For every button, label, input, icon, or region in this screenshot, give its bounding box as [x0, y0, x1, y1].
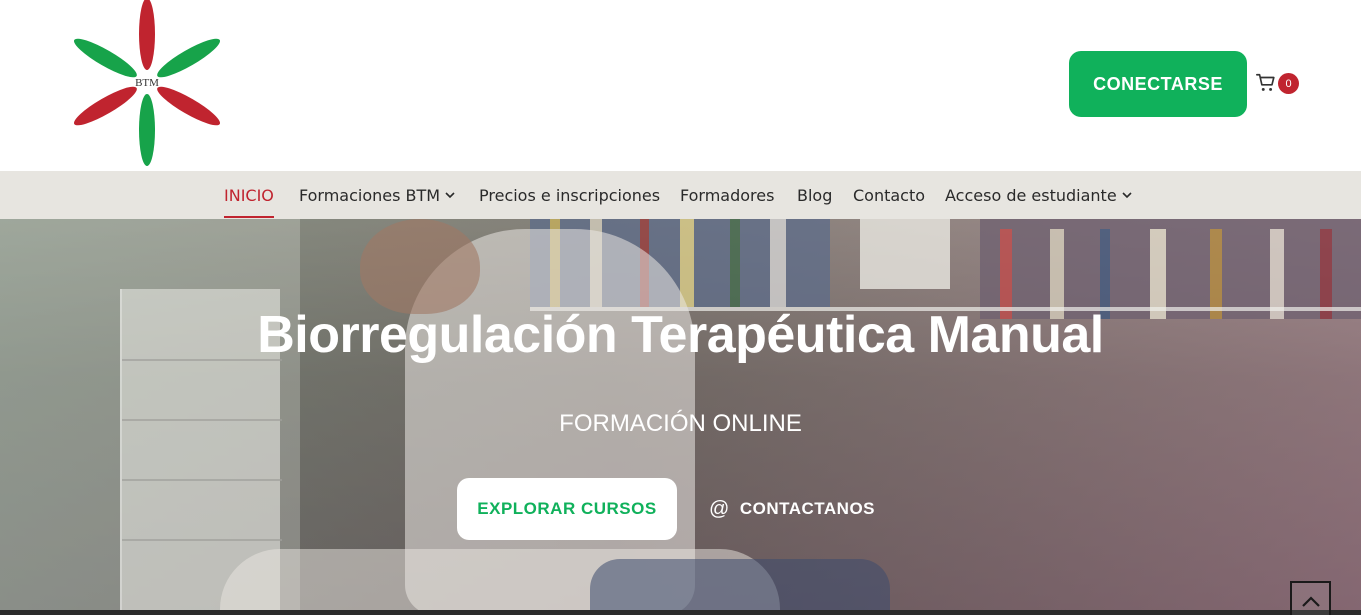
nav-item-acceso[interactable]: Acceso de estudiante	[945, 171, 1132, 219]
btm-logo[interactable]: BTM	[73, 0, 221, 168]
nav-item-label: INICIO	[224, 185, 274, 205]
nav-item-label: Precios e inscripciones	[479, 185, 661, 205]
contact-button-label: CONTACTANOS	[739, 499, 876, 518]
hero-title: Biorregulación Terapéutica Manual	[257, 306, 1104, 364]
nav-item-label: Contacto	[853, 185, 926, 205]
site-header: BTM CONECTARSE 0	[0, 0, 1361, 171]
explore-courses-button[interactable]: EXPLORAR CURSOS	[457, 478, 677, 540]
scroll-to-top-button[interactable]	[1290, 581, 1331, 615]
hero-subtitle: FORMACIÓN ONLINE	[559, 410, 802, 437]
logo-text: BTM	[135, 77, 159, 89]
chevron-down-icon	[445, 191, 455, 198]
contact-button[interactable]: @ CONTACTANOS	[709, 478, 876, 540]
cart-icon	[1256, 73, 1275, 91]
nav-item-label: Formaciones BTM	[299, 185, 441, 205]
nav-item-blog[interactable]: Blog	[797, 171, 832, 219]
chevron-up-icon	[1301, 595, 1320, 607]
nav-item-label: Formadores	[680, 185, 775, 205]
bottom-divider	[0, 610, 1361, 615]
at-icon: @	[709, 497, 730, 520]
chevron-down-icon	[1122, 191, 1132, 198]
nav-item-inicio[interactable]: INICIO	[224, 171, 274, 219]
nav-item-label: Blog	[797, 185, 833, 205]
cart-button[interactable]: 0	[1255, 70, 1303, 100]
main-navigation: INICIO Formaciones BTM Precios e inscrip…	[0, 171, 1361, 219]
nav-item-precios[interactable]: Precios e inscripciones	[479, 171, 660, 219]
nav-item-label: Acceso de estudiante	[945, 185, 1117, 205]
login-button[interactable]: CONECTARSE	[1069, 51, 1247, 117]
nav-item-contacto[interactable]: Contacto	[853, 171, 925, 219]
nav-item-formaciones[interactable]: Formaciones BTM	[299, 171, 455, 219]
cart-count-badge: 0	[1278, 73, 1299, 94]
hero-section: Biorregulación Terapéutica Manual FORMAC…	[0, 219, 1361, 615]
nav-item-formadores[interactable]: Formadores	[680, 171, 774, 219]
